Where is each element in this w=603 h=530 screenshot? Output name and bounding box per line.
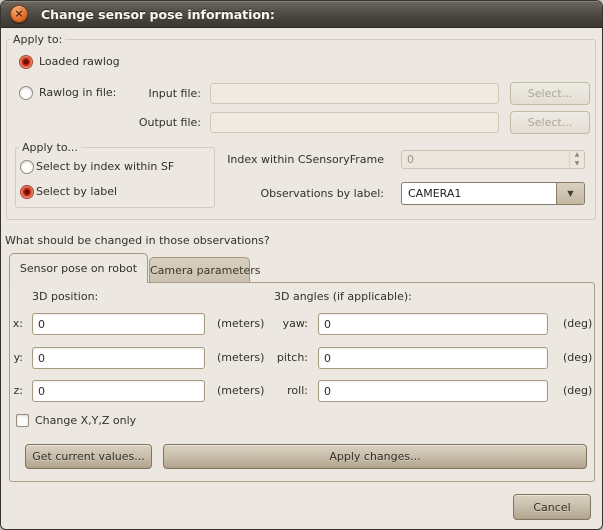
roll-label: roll: [238, 380, 308, 402]
change-xyz-only-checkbox[interactable] [16, 414, 29, 427]
input-file-field [210, 83, 499, 104]
apply-to-legend: Apply to: [10, 33, 65, 46]
z-input[interactable] [32, 380, 205, 402]
apply-mode-legend: Apply to... [19, 141, 81, 154]
yaw-unit-label: (deg) [563, 313, 592, 335]
change-xyz-only-label: Change X,Y,Z only [35, 413, 136, 428]
close-button[interactable]: × [10, 5, 28, 23]
observations-combobox-value: CAMERA1 [408, 183, 461, 204]
x-label: x: [10, 313, 23, 335]
apply-to-group: Apply to: Loaded rawlog Rawlog in file: … [6, 39, 596, 220]
pose-row-y: y: (meters) pitch: (deg) [10, 347, 594, 369]
spinner-down-icon: ▼ [570, 160, 584, 168]
output-file-label: Output file: [91, 116, 201, 130]
radio-select-by-label-label: Select by label [36, 185, 117, 199]
angles-header: 3D angles (if applicable): [274, 290, 412, 304]
sensor-pose-panel: 3D position: 3D angles (if applicable): … [9, 282, 595, 482]
roll-input[interactable] [318, 380, 548, 402]
radio-select-by-label[interactable] [20, 185, 34, 199]
index-within-sf-label: Index within CSensoryFrame [224, 153, 384, 167]
output-file-field [210, 112, 499, 133]
index-spinner-arrows: ▲ ▼ [569, 151, 584, 168]
y-input[interactable] [32, 347, 205, 369]
yaw-input[interactable] [318, 313, 548, 335]
y-label: y: [10, 347, 23, 369]
pitch-input[interactable] [318, 347, 548, 369]
index-spinner: 0 ▲ ▼ [401, 150, 585, 169]
cancel-button[interactable]: Cancel [513, 494, 591, 520]
roll-unit-label: (deg) [563, 380, 592, 402]
close-icon: × [11, 6, 27, 22]
apply-mode-group: Apply to... Select by index within SF Se… [15, 147, 215, 208]
observations-combobox[interactable]: CAMERA1 ▼ [401, 182, 585, 205]
pitch-label: pitch: [238, 347, 308, 369]
radio-loaded-rawlog-label: Loaded rawlog [39, 55, 120, 69]
select-input-file-button: Select... [510, 82, 590, 105]
window-title: Change sensor pose information: [41, 1, 275, 28]
index-spinner-value: 0 [407, 151, 414, 168]
tab-sensor-pose[interactable]: Sensor pose on robot [9, 253, 148, 283]
yaw-label: yaw: [238, 313, 308, 335]
radio-rawlog-in-file[interactable] [19, 86, 33, 100]
question-label: What should be changed in those observat… [5, 234, 270, 248]
get-current-values-button[interactable]: Get current values... [25, 444, 152, 469]
spinner-up-icon: ▲ [570, 151, 584, 159]
pose-row-x: x: (meters) yaw: (deg) [10, 313, 594, 335]
titlebar: × Change sensor pose information: [1, 1, 602, 28]
position-header: 3D position: [32, 290, 98, 304]
input-file-label: Input file: [91, 87, 201, 101]
dialog-window: × Change sensor pose information: Apply … [0, 0, 603, 530]
radio-loaded-rawlog[interactable] [19, 55, 33, 69]
observations-dropdown-button[interactable]: ▼ [556, 183, 584, 204]
z-label: z: [10, 380, 23, 402]
x-input[interactable] [32, 313, 205, 335]
observations-by-label-label: Observations by label: [224, 187, 384, 201]
apply-changes-button[interactable]: Apply changes... [163, 444, 587, 469]
dialog-content: Apply to: Loaded rawlog Rawlog in file: … [1, 28, 602, 529]
pose-row-z: z: (meters) roll: (deg) [10, 380, 594, 402]
chevron-down-icon: ▼ [557, 183, 584, 204]
pitch-unit-label: (deg) [563, 347, 592, 369]
radio-select-by-index-label: Select by index within SF [36, 160, 174, 174]
radio-select-by-index[interactable] [20, 160, 34, 174]
tab-camera-parameters[interactable]: Camera parameters [149, 257, 250, 283]
select-output-file-button: Select... [510, 111, 590, 134]
